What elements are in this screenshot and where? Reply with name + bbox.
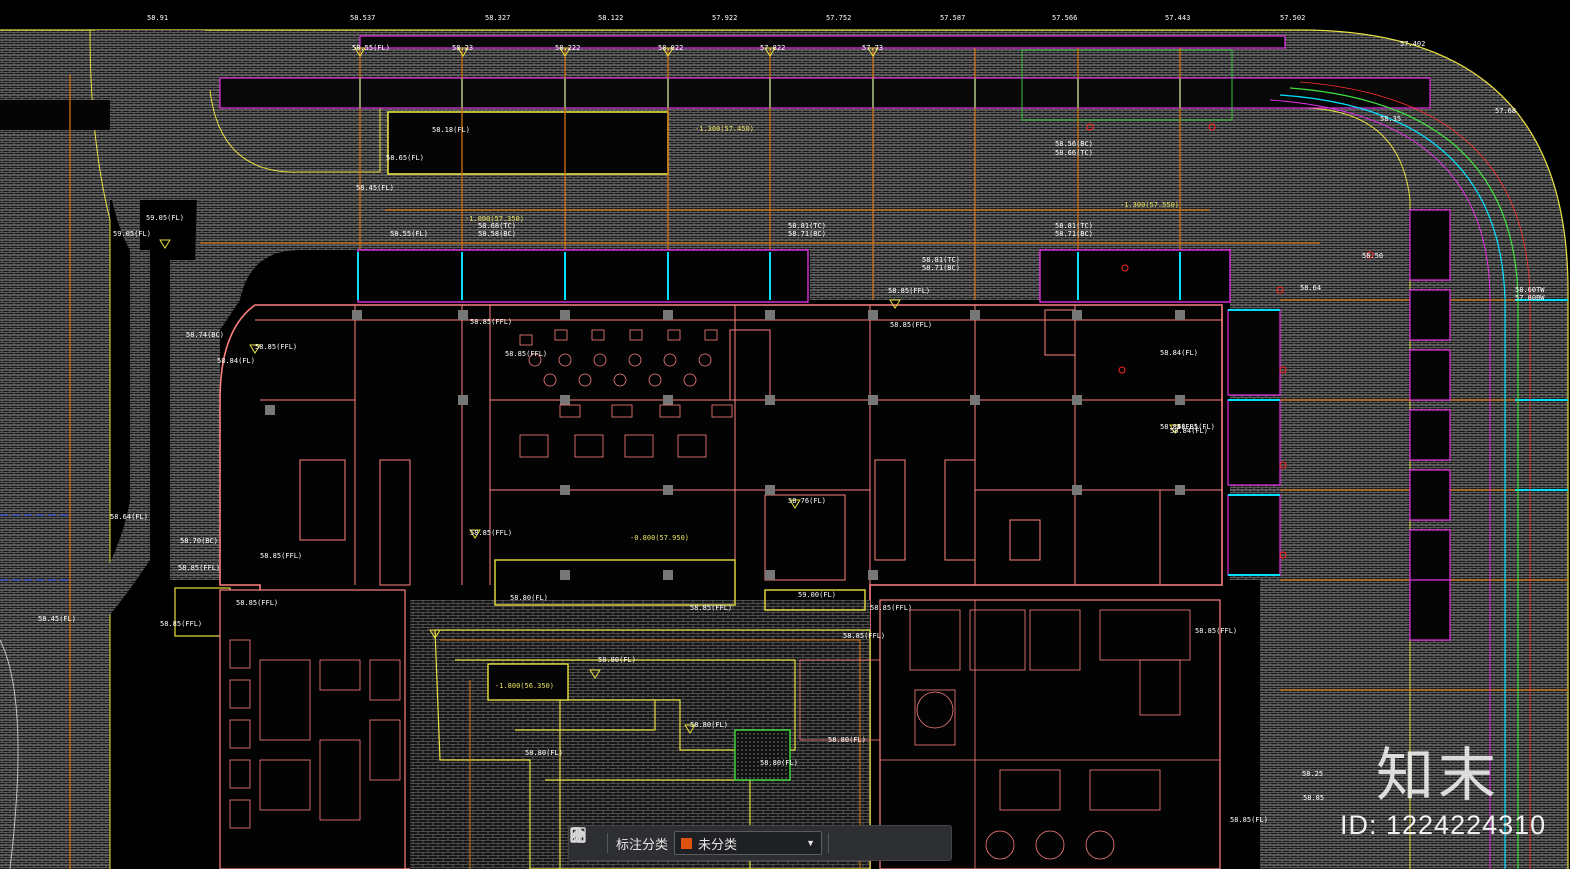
watermark-id: ID: 1224224310 xyxy=(1340,810,1547,840)
elevation-label: 58.71(BC) xyxy=(1055,230,1093,238)
elevation-label: 58.65(FL) xyxy=(386,154,424,162)
elevation-label: 57.502 xyxy=(1280,14,1305,22)
elevation-label: 58.70(BC) xyxy=(180,537,218,545)
elevation-label: 58.80(FL) xyxy=(690,721,728,729)
elevation-label: 58.85(FFL) xyxy=(690,604,732,612)
elevation-label: 58.71(BC) xyxy=(788,230,826,238)
elevation-label: 59.05(FL) xyxy=(146,214,184,222)
elevation-label: 57.402 xyxy=(1400,40,1425,48)
elevation-label: 58.80(FL) xyxy=(828,736,866,744)
elevation-label: 57.587 xyxy=(940,14,965,22)
elevation-label: -1.000(57.350) xyxy=(465,215,524,223)
elevation-label: 58.80(FL) xyxy=(510,594,548,602)
watermark-logo: 知末 xyxy=(1376,741,1501,809)
elevation-label: 58.60TW xyxy=(1515,286,1545,294)
elevation-label: 58.25 xyxy=(1302,770,1323,778)
category-label: 标注分类 xyxy=(616,836,669,852)
elevation-label: 58.84(FL) xyxy=(217,357,255,365)
elevation-label: 59.00(FL) xyxy=(798,591,836,599)
move-icon[interactable] xyxy=(570,827,887,856)
elevation-label: 58.80(FL) xyxy=(598,656,636,664)
elevation-label: -1.300(57.550) xyxy=(1120,201,1179,209)
elevation-label: 58.85(FFL) xyxy=(843,632,885,640)
site-plan-drawing[interactable]: 58.91 58.537 58.327 58.122 57.922 57.752 57.58… xyxy=(0,0,1570,869)
annotation-toolbar: 标注分类 未分类 ▼ xyxy=(568,825,952,861)
cad-drawing-viewport[interactable]: 58.91 58.537 58.327 58.122 57.922 57.752 57.58… xyxy=(0,0,1570,869)
elevation-label: 58.58(BC) xyxy=(478,230,516,238)
elevation-label: 58.85(FFL) xyxy=(888,287,930,295)
elevation-label: 58.222 xyxy=(555,44,580,52)
paste-icon[interactable] xyxy=(571,827,939,856)
elevation-label: 58.022 xyxy=(658,44,683,52)
elevation-label: 58.85 xyxy=(1303,794,1324,802)
elevation-label: 57.566 xyxy=(1052,14,1077,22)
elevation-label: 57.73 xyxy=(862,44,883,52)
copy-icon[interactable] xyxy=(571,827,913,856)
elevation-label: 58.80(FL) xyxy=(525,749,563,757)
elevation-label: 58.23 xyxy=(452,44,473,52)
elevation-label: 58.85(FFL) xyxy=(890,321,932,329)
elevation-label: 58.85(FFL) xyxy=(505,350,547,358)
elevation-label: 58.68(TC) xyxy=(478,222,516,230)
elevation-label: 58.85(FFL) xyxy=(470,529,512,537)
elevation-label: 57.822 xyxy=(760,44,785,52)
elevation-label: 58.85(FFL) xyxy=(260,552,302,560)
elevation-label: 58.18(FL) xyxy=(432,126,470,134)
elevation-label: 58.35 xyxy=(1380,115,1401,123)
elevation-label: 58.85(FFL) xyxy=(178,564,220,572)
chevron-down-icon: ▼ xyxy=(806,838,816,848)
toolbar-divider xyxy=(828,833,830,853)
elevation-label: 58.84(FL) xyxy=(1170,427,1208,435)
elevation-label: 58.85(FFL) xyxy=(160,620,202,628)
elevation-label: 58.81(TC) xyxy=(788,222,826,230)
elevation-label: 58.85(FL) xyxy=(1230,816,1268,824)
elevation-label: 57.922 xyxy=(712,14,737,22)
elevation-label: 58.327 xyxy=(485,14,510,22)
elevation-label: 58.64 xyxy=(1300,284,1321,292)
elevation-label: 58.537 xyxy=(350,14,375,22)
elevation-label: 59.05(FL) xyxy=(113,230,151,238)
elevation-label: 58.80(FL) xyxy=(760,759,798,767)
elevation-label: 57.443 xyxy=(1165,14,1190,22)
elevation-label: 58.122 xyxy=(598,14,623,22)
elevation-label: 58.84(FL) xyxy=(1160,349,1198,357)
elevation-label: 58.91 xyxy=(147,14,168,22)
elevation-label: 58.85(FFL) xyxy=(255,343,297,351)
elevation-label: 57.80BW xyxy=(1515,294,1545,302)
category-color-swatch xyxy=(681,837,693,849)
elevation-label: 58.85(FFL) xyxy=(1195,627,1237,635)
elevation-label: 58.50 xyxy=(1362,252,1383,260)
elevation-label: 58.71(BC) xyxy=(922,264,960,272)
elevation-label: 58.55(FL) xyxy=(390,230,428,238)
elevation-label: 58.81(TC) xyxy=(1055,222,1093,230)
elevation-label: 57.68 xyxy=(1495,107,1516,115)
elevation-label: -1.300(57.450) xyxy=(695,125,754,133)
elevation-label: 58.81(TC) xyxy=(922,256,960,264)
elevation-label: 58.66(TC) xyxy=(1055,149,1093,157)
toolbar-divider xyxy=(607,833,608,853)
elevation-label: -0.800(57.950) xyxy=(630,534,689,542)
category-select[interactable]: 未分类 ▼ xyxy=(674,831,823,855)
elevation-label: 58.85(FFL) xyxy=(470,318,512,326)
elevation-label: 58.76(FL) xyxy=(788,497,826,505)
elevation-label: 58.74(BC) xyxy=(186,331,224,339)
edit-icon[interactable] xyxy=(571,828,861,856)
elevation-label: 57.752 xyxy=(826,14,851,22)
elevation-label: 58.85(FFL) xyxy=(870,604,912,612)
category-value: 未分类 xyxy=(698,836,738,852)
elevation-label: 58.56(BC) xyxy=(1055,140,1093,148)
elevation-label: 58.85(FFL) xyxy=(236,599,278,607)
elevation-label: -1.800(56.350) xyxy=(495,682,554,690)
elevation-label: 58.64(FL) xyxy=(110,513,148,521)
elevation-label: 58.55(FL) xyxy=(352,44,390,52)
elevation-label: 58.45(FL) xyxy=(38,615,76,623)
elevation-label: 58.45(FL) xyxy=(356,184,394,192)
